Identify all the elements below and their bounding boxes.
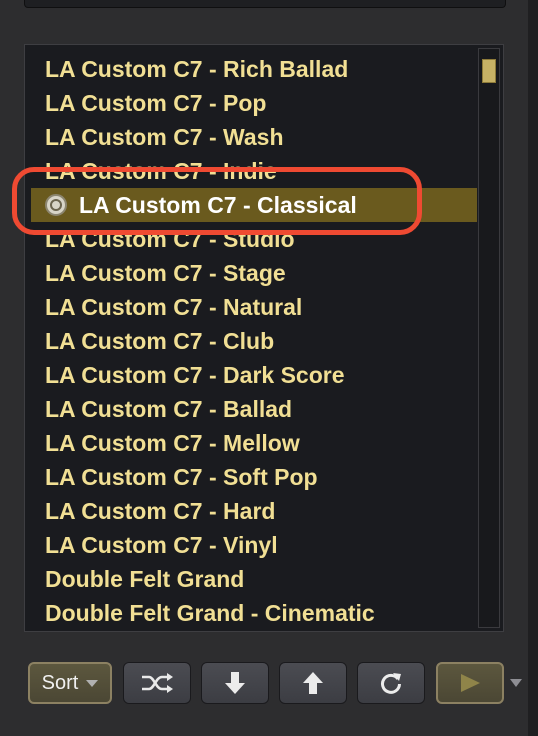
list-item[interactable]: LA Custom C7 - Club bbox=[25, 324, 477, 358]
arrow-down-icon bbox=[225, 671, 245, 695]
list-item[interactable]: Double Felt Grand - Cinematic bbox=[25, 596, 477, 630]
play-button[interactable] bbox=[436, 662, 504, 704]
list-item[interactable]: LA Custom C7 - Natural bbox=[25, 290, 477, 324]
list-scrollbar[interactable] bbox=[478, 48, 500, 628]
shuffle-button[interactable] bbox=[123, 662, 191, 704]
preset-list: LA Custom C7 - Rich Ballad LA Custom C7 … bbox=[25, 52, 477, 630]
shuffle-icon bbox=[140, 672, 174, 694]
list-item[interactable]: LA Custom C7 - Soft Pop bbox=[25, 460, 477, 494]
search-field[interactable] bbox=[24, 0, 506, 8]
list-item[interactable]: LA Custom C7 - Rich Ballad bbox=[25, 52, 477, 86]
scrollbar-thumb[interactable] bbox=[482, 59, 496, 83]
list-item[interactable]: LA Custom C7 - Mellow bbox=[25, 426, 477, 460]
list-item[interactable]: LA Custom C7 - Ballad bbox=[25, 392, 477, 426]
list-item[interactable]: Double Felt Grand bbox=[25, 562, 477, 596]
move-down-button[interactable] bbox=[201, 662, 269, 704]
list-item[interactable]: LA Custom C7 - Wash bbox=[25, 120, 477, 154]
list-item[interactable]: LA Custom C7 - Pop bbox=[25, 86, 477, 120]
list-item[interactable]: LA Custom C7 - Dark Score bbox=[25, 358, 477, 392]
chevron-down-icon[interactable] bbox=[510, 679, 522, 687]
refresh-button[interactable] bbox=[357, 662, 425, 704]
arrow-up-icon bbox=[303, 671, 323, 695]
refresh-icon bbox=[379, 671, 403, 695]
preset-toolbar: Sort bbox=[0, 660, 538, 710]
caret-down-icon bbox=[86, 679, 99, 687]
list-item[interactable]: LA Custom C7 - Hard bbox=[25, 494, 477, 528]
move-up-button[interactable] bbox=[279, 662, 347, 704]
list-item[interactable]: LA Custom C7 - Stage bbox=[25, 256, 477, 290]
play-icon bbox=[459, 673, 481, 693]
list-item[interactable]: LA Custom C7 - Vinyl bbox=[25, 528, 477, 562]
preset-list-panel: LA Custom C7 - Rich Ballad LA Custom C7 … bbox=[24, 44, 504, 632]
window-edge bbox=[528, 0, 538, 736]
sort-label: Sort bbox=[41, 671, 79, 694]
highlight-annotation bbox=[12, 167, 422, 235]
sort-button[interactable]: Sort bbox=[28, 662, 112, 704]
